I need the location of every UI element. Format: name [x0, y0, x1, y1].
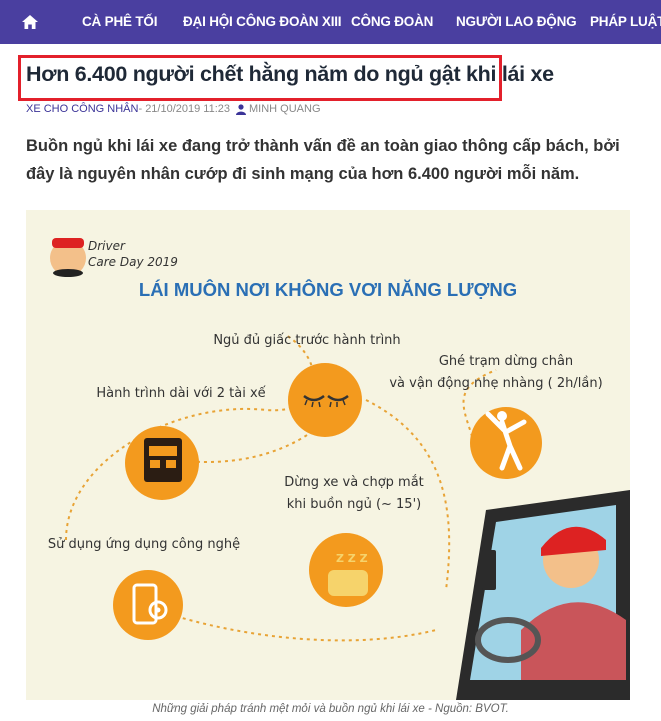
svg-text:Z Z Z: Z Z Z — [336, 552, 368, 565]
pillow-zzz-icon: Z Z Z — [309, 533, 383, 607]
driver-illustration — [456, 490, 630, 700]
article-author-name: MINH QUANG — [249, 103, 321, 115]
tip-rest-stop-line2: và vận động nhẹ nhàng ( 2h/lần) — [389, 376, 602, 391]
tip-technology-text: Sử dụng ứng dụng công nghệ — [48, 537, 240, 552]
nav-item-ca-phe-toi[interactable]: CÀ PHÊ TỐI — [82, 14, 157, 29]
tip-nap-line1: Dừng xe và chợp mắt — [284, 475, 424, 490]
user-icon — [236, 103, 247, 115]
sleeping-eyes-icon — [288, 363, 362, 437]
logo-line2: Care Day 2019 — [88, 255, 178, 269]
infographic-canvas: Driver Care Day 2019 LÁI MUÔN NƠI KHÔNG … — [48, 238, 630, 700]
phone-settings-icon — [113, 570, 183, 640]
home-icon — [22, 15, 38, 29]
stretching-person-icon — [470, 407, 542, 479]
tip-sleep-text: Ngủ đủ giấc trước hành trình — [213, 333, 400, 348]
nav-item-nguoi-lao-dong[interactable]: NGƯỜI LAO ĐỘNG — [456, 14, 577, 29]
nav-item-phap-luat[interactable]: PHÁP LUẬT L — [590, 14, 661, 29]
truck-icon — [125, 426, 199, 500]
top-navigation-bar: CÀ PHÊ TỐI ĐẠI HỘI CÔNG ĐOÀN XIII CÔNG Đ… — [0, 0, 661, 44]
tip-rest-stop-line1: Ghé trạm dừng chân — [439, 354, 573, 369]
driver-care-day-logo: Driver Care Day 2019 — [50, 238, 178, 277]
tip-two-drivers-text: Hành trình dài với 2 tài xế — [96, 386, 265, 401]
logo-line1: Driver — [88, 239, 126, 253]
article-title: Hơn 6.400 người chết hằng năm do ngủ gật… — [26, 62, 554, 86]
nav-item-dai-hoi-cong-doan[interactable]: ĐẠI HỘI CÔNG ĐOÀN XIII — [183, 14, 342, 29]
tip-nap-line2: khi buồn ngủ (~ 15') — [287, 497, 421, 512]
infographic-heading: LÁI MUÔN NƠI KHÔNG VƠI NĂNG LƯỢNG — [139, 279, 517, 300]
article-category-link[interactable]: XE CHO CÔNG NHÂN — [26, 103, 138, 115]
nav-item-cong-doan[interactable]: CÔNG ĐOÀN — [351, 14, 433, 29]
article-meta: XE CHO CÔNG NHÂN - 21/10/2019 11:23 MINH… — [26, 103, 321, 115]
article-author: MINH QUANG — [236, 103, 321, 115]
home-button[interactable] — [0, 0, 60, 44]
infographic-image: Driver Care Day 2019 LÁI MUÔN NƠI KHÔNG … — [26, 210, 630, 700]
article-date: - 21/10/2019 11:23 — [138, 103, 231, 115]
article-lead: Buồn ngủ khi lái xe đang trở thành vấn đ… — [26, 137, 620, 183]
image-caption: Những giải pháp tránh mệt mỏi và buồn ng… — [152, 703, 509, 715]
